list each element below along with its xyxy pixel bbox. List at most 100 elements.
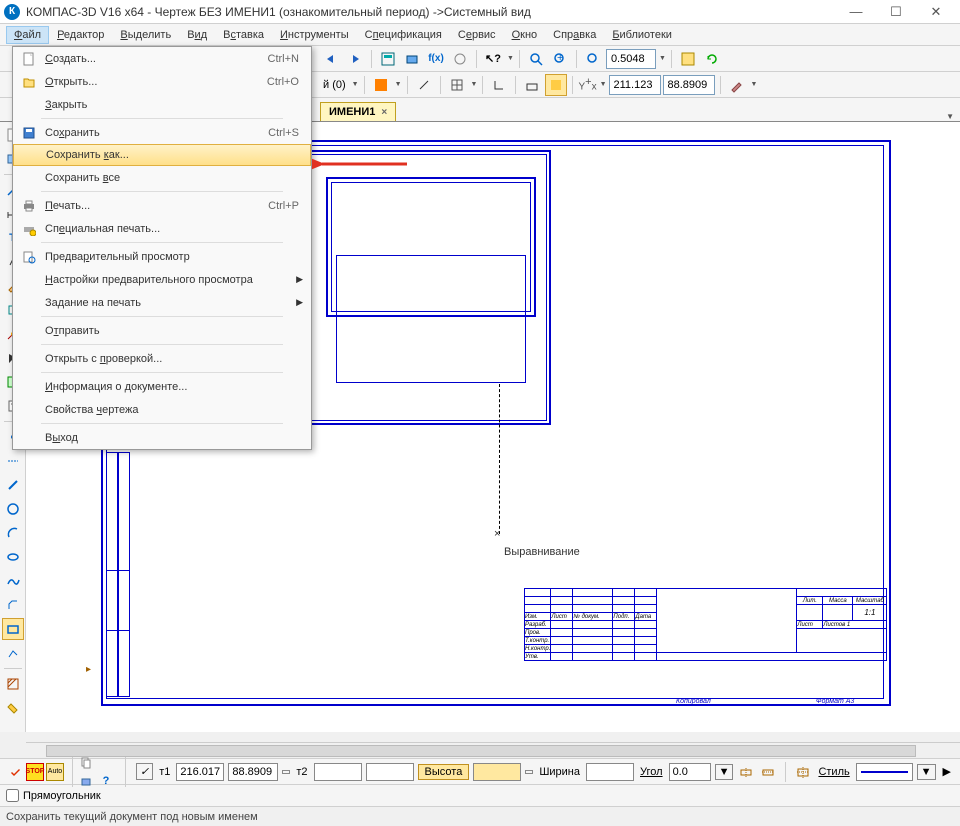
- vtb-circle-icon[interactable]: [2, 498, 24, 520]
- menu-item-print[interactable]: Печать... Ctrl+P: [13, 194, 311, 217]
- vtb-arc-icon[interactable]: [2, 522, 24, 544]
- vtb-hatch-icon[interactable]: [2, 673, 24, 695]
- help-cursor-icon[interactable]: ↖?: [482, 48, 504, 70]
- vtb-autoline-icon[interactable]: [2, 642, 24, 664]
- menu-select[interactable]: Выделить: [112, 26, 179, 44]
- tabbar-menu-icon[interactable]: ▼: [946, 112, 954, 121]
- menu-item-special-print[interactable]: Специальная печать...: [13, 217, 311, 240]
- layer-dropdown-icon[interactable]: ▼: [352, 81, 359, 88]
- scroll-right-icon[interactable]: ▶: [940, 765, 954, 778]
- menu-edit[interactable]: Редактор: [49, 26, 112, 44]
- t1-y-input[interactable]: [228, 763, 278, 781]
- menu-item-drawing-props[interactable]: Свойства чертежа: [13, 398, 311, 421]
- horizontal-scrollbar[interactable]: [26, 742, 960, 758]
- close-button[interactable]: ✕: [916, 2, 956, 22]
- remember-icon[interactable]: [77, 772, 95, 790]
- zoom-in-icon[interactable]: +: [549, 48, 571, 70]
- special-print-icon: [19, 221, 39, 237]
- minimize-button[interactable]: —: [836, 2, 876, 22]
- snap-toggle-icon[interactable]: [545, 74, 567, 96]
- copy-props-icon[interactable]: [77, 753, 95, 771]
- scrollbar-thumb[interactable]: [46, 745, 916, 757]
- document-tab[interactable]: ИМЕНИ1 ×: [320, 102, 396, 121]
- menu-item-exit[interactable]: Выход: [13, 426, 311, 449]
- ortho-icon[interactable]: [488, 74, 510, 96]
- menu-libs[interactable]: Библиотеки: [604, 26, 680, 44]
- rect-checkbox[interactable]: [6, 789, 19, 802]
- style-dropdown-icon[interactable]: ▼: [917, 764, 936, 780]
- angle-dropdown-icon[interactable]: ▼: [715, 764, 734, 780]
- menu-spec[interactable]: Спецификация: [357, 26, 450, 44]
- rebuild-icon[interactable]: [677, 48, 699, 70]
- apply-icon[interactable]: [6, 763, 24, 781]
- preview-icon: [19, 249, 39, 265]
- angle-input[interactable]: [669, 763, 711, 781]
- color-dropdown-icon[interactable]: ▼: [395, 81, 402, 88]
- submenu-arrow-icon: ▶: [296, 297, 303, 308]
- menu-help[interactable]: Справка: [545, 26, 604, 44]
- axis2-icon[interactable]: [759, 763, 777, 781]
- t2-y-input[interactable]: [366, 763, 414, 781]
- zoom-dropdown-icon[interactable]: ▼: [659, 55, 666, 62]
- menu-item-open[interactable]: Открыть... Ctrl+O: [13, 70, 311, 93]
- dropdown-arrow-icon[interactable]: ▼: [507, 55, 514, 62]
- menu-item-close[interactable]: Закрыть: [13, 93, 311, 116]
- snap-icon[interactable]: [521, 74, 543, 96]
- style-label: Стиль: [816, 766, 851, 778]
- vtb-ellipse-icon[interactable]: [2, 546, 24, 568]
- refresh-icon[interactable]: [701, 48, 723, 70]
- menu-item-preview-settings[interactable]: Настройки предварительного просмотра ▶: [13, 268, 311, 291]
- zoom-fit-icon[interactable]: [525, 48, 547, 70]
- axis1-icon[interactable]: [737, 763, 755, 781]
- vars-icon[interactable]: [449, 48, 471, 70]
- menu-file[interactable]: Файл: [6, 26, 49, 44]
- vtb-rectangle-icon[interactable]: [2, 618, 24, 640]
- menu-item-save-as[interactable]: Сохранить как...: [13, 144, 311, 166]
- titlebar: К КОМПАС-3D V16 x64 - Чертеж БЕЗ ИМЕНИ1 …: [0, 0, 960, 24]
- vtb-segment-icon[interactable]: [2, 474, 24, 496]
- stop-icon[interactable]: STOP: [26, 763, 44, 781]
- menu-item-preview[interactable]: Предварительный просмотр: [13, 245, 311, 268]
- grid-icon[interactable]: [446, 74, 468, 96]
- width-input[interactable]: [586, 763, 634, 781]
- fx-icon[interactable]: f(x): [425, 48, 447, 70]
- brush-icon[interactable]: [726, 74, 748, 96]
- menu-item-doc-info[interactable]: Информация о документе...: [13, 375, 311, 398]
- dim-icon[interactable]: [413, 74, 435, 96]
- style-selector[interactable]: [856, 763, 913, 781]
- undo-icon[interactable]: [320, 48, 342, 70]
- zoom-window-icon[interactable]: [582, 48, 604, 70]
- coord-y-input[interactable]: [663, 75, 715, 95]
- zoom-value-input[interactable]: [606, 49, 656, 69]
- auto-icon[interactable]: Auto: [46, 763, 64, 781]
- t2-x-input[interactable]: [314, 763, 362, 781]
- vtb-spline-icon[interactable]: [2, 570, 24, 592]
- menu-window[interactable]: Окно: [504, 26, 546, 44]
- menu-item-send[interactable]: Отправить: [13, 319, 311, 342]
- layers-icon[interactable]: [401, 48, 423, 70]
- calc-icon[interactable]: [377, 48, 399, 70]
- menu-item-new[interactable]: Создать... Ctrl+N: [13, 47, 311, 70]
- menu-service[interactable]: Сервис: [450, 26, 504, 44]
- annotation-arrow: [312, 152, 412, 176]
- menu-item-save-all[interactable]: Сохранить все: [13, 166, 311, 189]
- coord-x-input[interactable]: [609, 75, 661, 95]
- menu-item-print-job[interactable]: Задание на печать ▶: [13, 291, 311, 314]
- color-swatch-icon[interactable]: [370, 74, 392, 96]
- tab-close-icon[interactable]: ×: [381, 107, 387, 118]
- maximize-button[interactable]: ☐: [876, 2, 916, 22]
- vtb-chamfer-icon[interactable]: [2, 594, 24, 616]
- vtb-auxline-icon[interactable]: [2, 450, 24, 472]
- window-title: КОМПАС-3D V16 x64 - Чертеж БЕЗ ИМЕНИ1 (о…: [26, 5, 836, 19]
- help-icon[interactable]: ?: [97, 772, 115, 790]
- menu-tools[interactable]: Инструменты: [272, 26, 357, 44]
- vtb-fill-icon[interactable]: [2, 697, 24, 719]
- menu-insert[interactable]: Вставка: [215, 26, 272, 44]
- redo-icon[interactable]: [344, 48, 366, 70]
- menu-view[interactable]: Вид: [179, 26, 215, 44]
- t1-x-input[interactable]: [176, 763, 224, 781]
- height-input[interactable]: [473, 763, 521, 781]
- axis-both-icon[interactable]: [794, 763, 812, 781]
- menu-item-save[interactable]: Сохранить Ctrl+S: [13, 121, 311, 144]
- menu-item-open-check[interactable]: Открыть с проверкой...: [13, 347, 311, 370]
